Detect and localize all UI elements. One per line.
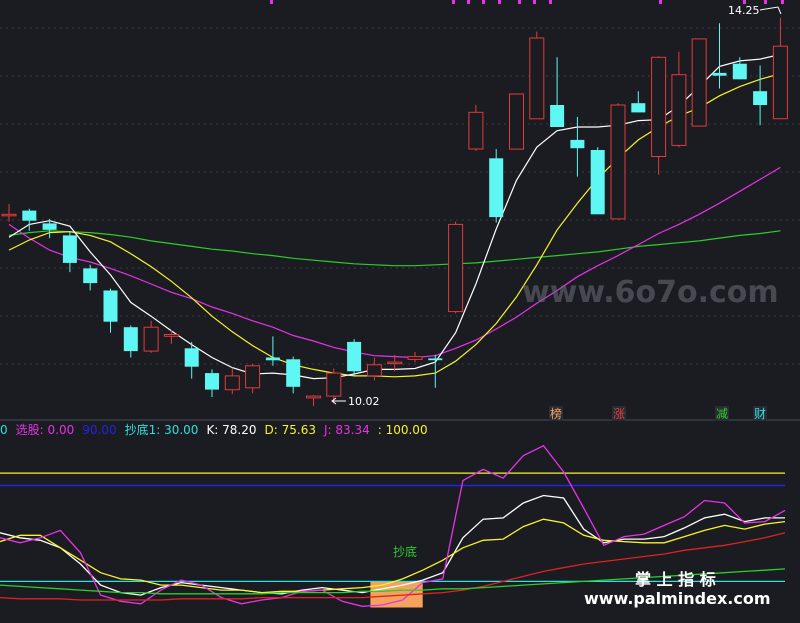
candle-body-down bbox=[753, 91, 768, 105]
top-tick bbox=[467, 0, 470, 4]
candle-body-down bbox=[22, 210, 37, 221]
top-tick bbox=[764, 0, 767, 4]
candle-body-up bbox=[387, 361, 403, 365]
stock-chart: 14.25 10.02 www.6o7o.com 榜 涨 减 财 0 选股: 0.00 9… bbox=[0, 0, 800, 623]
candle-body-down bbox=[103, 290, 118, 322]
candle-body-up bbox=[163, 334, 179, 337]
candle-body-down bbox=[428, 358, 443, 361]
top-tick bbox=[452, 0, 455, 4]
candle-body-down bbox=[83, 268, 98, 284]
candle-body-up bbox=[143, 326, 159, 352]
top-tick bbox=[270, 0, 273, 4]
candle-body-up bbox=[691, 38, 707, 127]
candle-body-down bbox=[570, 139, 585, 149]
candle-body-up bbox=[407, 356, 423, 360]
marker-label: 减 bbox=[716, 407, 728, 421]
candle-body-up bbox=[245, 365, 261, 389]
candle-body-down bbox=[489, 158, 504, 218]
watermark-url: www.palmindex.com bbox=[584, 589, 771, 608]
indicator-legend: 0 选股: 0.00 90.00 抄底1: 30.00 K: 78.20 D: 75.63… bbox=[0, 422, 428, 437]
legend-item: K: 78.20 bbox=[206, 423, 256, 437]
candle-body-up bbox=[448, 223, 464, 313]
watermark-top: www.6o7o.com bbox=[522, 275, 779, 310]
top-tick bbox=[533, 0, 536, 4]
candle-body-up bbox=[224, 375, 240, 391]
candle-body-up bbox=[306, 395, 321, 399]
candle-body-down bbox=[42, 223, 57, 230]
candle-body-down bbox=[205, 373, 219, 390]
top-tick bbox=[482, 0, 485, 4]
candle-body-up bbox=[1, 213, 17, 217]
legend-item: 选股: 0.00 bbox=[16, 423, 75, 437]
legend-item: 0 bbox=[0, 423, 8, 437]
top-tick bbox=[781, 0, 784, 4]
candle-body-up bbox=[772, 45, 788, 120]
candle-body-down bbox=[347, 341, 362, 372]
candle-body-up bbox=[366, 364, 382, 377]
legend-item: D: 75.63 bbox=[265, 423, 316, 437]
candle-body-up bbox=[529, 37, 545, 120]
low-price-label: 10.02 bbox=[348, 395, 380, 408]
high-price-label: 14.25 bbox=[728, 4, 760, 17]
candle-body-down bbox=[712, 72, 727, 76]
candle-body-down bbox=[265, 357, 280, 361]
top-tick bbox=[498, 0, 501, 4]
candle-body-down bbox=[184, 348, 199, 367]
candle-body-down bbox=[550, 105, 565, 127]
marker-label: 财 bbox=[754, 407, 766, 421]
candle-body-down bbox=[286, 359, 301, 387]
legend-item: J: 83.34 bbox=[323, 423, 370, 437]
candle-body-down bbox=[62, 235, 77, 263]
top-tick bbox=[659, 0, 662, 4]
candle-body-up bbox=[610, 104, 626, 220]
bottom-zone-label: 抄底 bbox=[393, 544, 417, 559]
candle-body-down bbox=[732, 63, 747, 80]
candle-body-up bbox=[468, 111, 484, 150]
top-tick bbox=[518, 0, 521, 4]
candle-body-up bbox=[651, 56, 667, 157]
marker-label: 榜 bbox=[550, 406, 562, 421]
top-tick bbox=[549, 0, 552, 4]
watermark-cn: 掌 上 指 标 bbox=[635, 570, 716, 589]
marker-label: 涨 bbox=[613, 406, 625, 421]
candle-body-up bbox=[326, 372, 342, 397]
candle-body-down bbox=[590, 150, 605, 215]
candle-body-down bbox=[631, 103, 646, 113]
legend-item: 90.00 bbox=[82, 423, 116, 437]
legend-item: : 100.00 bbox=[378, 423, 428, 437]
legend-item: 抄底1: 30.00 bbox=[125, 422, 199, 437]
candle-body-up bbox=[671, 74, 687, 146]
candle-body-down bbox=[123, 327, 138, 352]
top-tick bbox=[743, 0, 746, 4]
chart-svg: 14.25 10.02 www.6o7o.com 榜 涨 减 财 0 选股: 0.00 9… bbox=[0, 0, 800, 623]
candle-body-up bbox=[509, 93, 524, 150]
